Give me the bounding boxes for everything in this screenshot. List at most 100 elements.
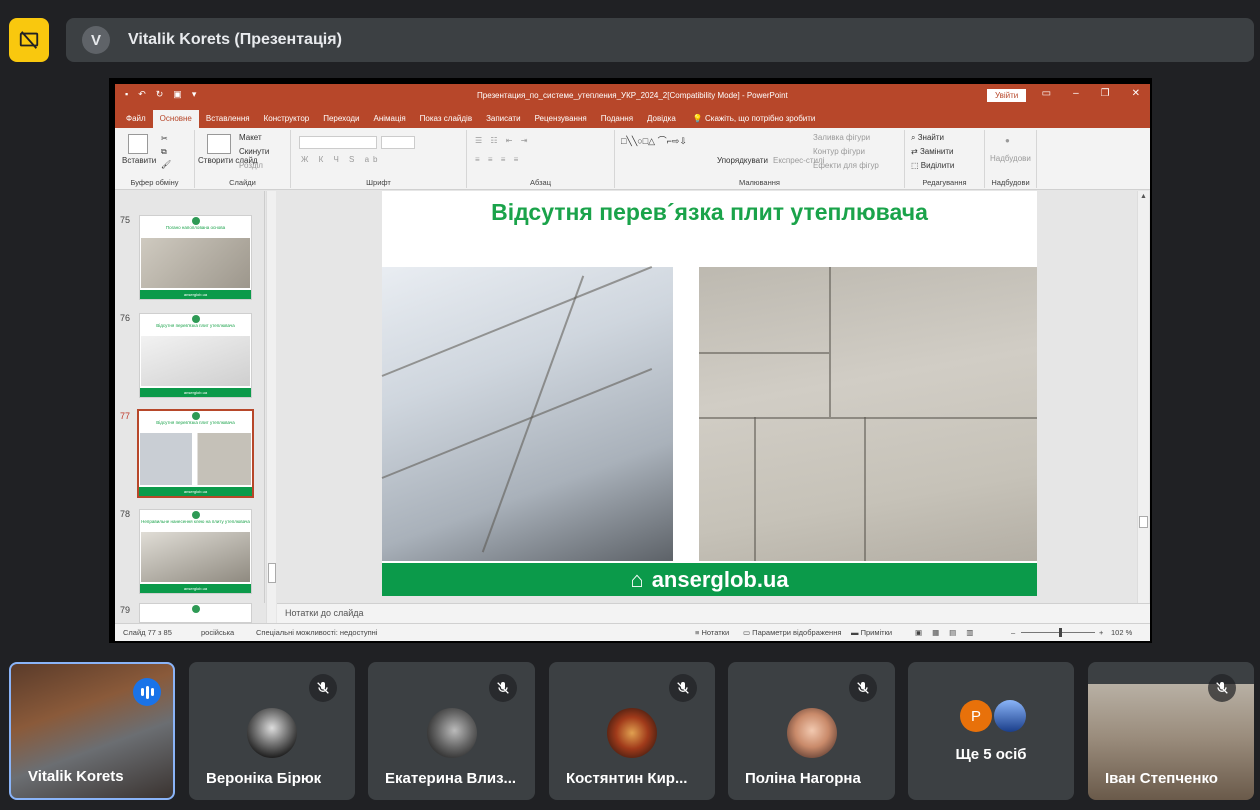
participant-tile[interactable]: Вероніка Бірюк xyxy=(189,662,355,800)
view-buttons[interactable]: ▣▦▤▥ xyxy=(915,628,983,637)
participant-avatar xyxy=(426,708,477,758)
more-participants-tile[interactable]: P Ще 5 осіб xyxy=(908,662,1074,800)
maximize-icon[interactable]: ❐ xyxy=(1101,88,1110,99)
slide-title: Відсутня перев´язка плит утеплювача xyxy=(491,199,928,225)
slide-thumbnail[interactable] xyxy=(139,603,252,623)
presentation-title-bar: V Vitalik Korets (Презентація) xyxy=(66,18,1254,62)
presenter-avatar: V xyxy=(82,26,110,54)
scrollbar-thumb[interactable] xyxy=(1139,516,1148,528)
scrollbar-thumb[interactable] xyxy=(268,563,276,583)
participant-tile-self[interactable]: Vitalik Korets xyxy=(9,662,175,800)
tab-review[interactable]: Рецензування xyxy=(528,110,594,128)
layout-button[interactable]: Макет xyxy=(239,133,262,142)
section-button[interactable]: Розділ xyxy=(239,161,263,170)
slide-thumbnail[interactable]: Неправильне нанесення клею на плиту утеп… xyxy=(139,509,252,594)
minimize-icon[interactable]: – xyxy=(1073,88,1079,99)
participant-tile[interactable]: Екатерина Влиз... xyxy=(368,662,535,800)
drawing-group: □╲╲○□△ ⌒⌐⇨⇩ Упорядкувати Експрес-стилі З… xyxy=(615,130,905,188)
shape-outline-button[interactable]: Контур фігури xyxy=(813,147,865,156)
close-icon[interactable]: ✕ xyxy=(1132,88,1140,99)
current-slide[interactable]: Відсутня перев´язка плит утеплювача ⌂ an… xyxy=(381,191,1037,596)
addins-icon[interactable]: ● xyxy=(1005,136,1010,145)
undo-icon[interactable]: ↶ xyxy=(138,89,146,100)
find-button[interactable]: ⌕ Знайти xyxy=(911,133,944,143)
tab-view[interactable]: Подання xyxy=(594,110,640,128)
zoom-in-icon[interactable]: + xyxy=(1099,628,1103,637)
tab-insert[interactable]: Вставлення xyxy=(199,110,257,128)
format-painter-icon[interactable]: 🖌 xyxy=(161,160,171,169)
font-name-dropdown[interactable] xyxy=(299,136,377,149)
paste-button[interactable]: Вставити xyxy=(122,156,156,165)
slide-scrollbar[interactable]: ▲ xyxy=(1137,191,1149,603)
tell-me-search[interactable]: 💡 Скажіть, що потрібно зробити xyxy=(683,110,823,128)
find-label: Знайти xyxy=(917,133,945,142)
save-icon[interactable]: ▪ xyxy=(125,89,128,100)
participant-tile[interactable]: Іван Степченко xyxy=(1088,662,1254,800)
paragraph-group: ☰ ☷ ⇤ ⇥ ≡ ≡ ≡ ≡ Абзац xyxy=(467,130,615,188)
stop-presenting-button[interactable] xyxy=(9,18,49,62)
customize-qat-icon[interactable]: ▾ xyxy=(192,89,197,100)
zoom-slider-thumb[interactable] xyxy=(1059,628,1062,637)
slide-canvas[interactable]: Відсутня перев´язка плит утеплювача ⌂ an… xyxy=(277,191,1137,603)
slide-thumbnail[interactable]: Погано напоплована основа anserglob.ua xyxy=(139,215,252,300)
slide-thumbnails-pane[interactable]: 75 Погано напоплована основа anserglob.u… xyxy=(115,191,265,623)
list-icons[interactable]: ☰ ☷ ⇤ ⇥ xyxy=(475,136,530,145)
more-participants-avatars: P xyxy=(960,700,1026,732)
zoom-level[interactable]: 102 % xyxy=(1111,628,1132,637)
slide-thumbnail-selected[interactable]: Відсутня перев'язка плит утеплювача anse… xyxy=(137,409,254,498)
notes-toggle[interactable]: ≡ Нотатки xyxy=(695,628,729,637)
font-format-icons[interactable]: Ж К Ч S ab xyxy=(301,155,382,164)
tab-record[interactable]: Записати xyxy=(479,110,528,128)
participant-avatar xyxy=(994,700,1026,732)
cut-icon[interactable]: ✂ xyxy=(161,134,168,143)
thumb-image xyxy=(141,238,250,288)
shape-effects-button[interactable]: Ефекти для фігур xyxy=(813,161,879,170)
arrange-button[interactable]: Упорядкувати xyxy=(717,156,768,165)
tab-help[interactable]: Довідка xyxy=(640,110,683,128)
addins-group: ● Надбудови Надбудови xyxy=(985,130,1037,188)
clipboard-group-label: Буфер обміну xyxy=(130,178,179,187)
thumb-image xyxy=(141,532,250,582)
display-settings-button[interactable]: ▭ Параметри відображення xyxy=(743,628,841,637)
shapes-gallery-icon[interactable]: □╲╲○□△ ⌒⌐⇨⇩ xyxy=(621,134,687,147)
align-icons[interactable]: ≡ ≡ ≡ ≡ xyxy=(475,155,521,164)
reset-button[interactable]: Скинути xyxy=(239,147,269,156)
document-title: Презентация_по_системе_утепления_УКР_202… xyxy=(477,91,788,100)
participant-avatar xyxy=(247,708,297,758)
thumb-image xyxy=(141,336,250,386)
slide-thumbnail[interactable]: Відсутня перев'язка плит утеплювача anse… xyxy=(139,313,252,398)
paste-icon[interactable] xyxy=(128,134,148,154)
copy-icon[interactable]: ⧉ xyxy=(161,147,167,157)
present-from-start-icon[interactable]: ▣ xyxy=(173,89,182,100)
tab-design[interactable]: Конструктор xyxy=(257,110,317,128)
zoom-slider[interactable] xyxy=(1021,632,1095,633)
notes-pane[interactable]: Нотатки до слайда xyxy=(277,603,1150,623)
font-size-dropdown[interactable] xyxy=(381,136,415,149)
scroll-up-icon[interactable]: ▲ xyxy=(1140,193,1147,200)
replace-button[interactable]: ⇄ Замінити xyxy=(911,147,954,156)
tab-slideshow[interactable]: Показ слайдів xyxy=(413,110,479,128)
tab-file[interactable]: Файл xyxy=(119,110,153,128)
language-indicator[interactable]: російська xyxy=(201,628,234,637)
zoom-out-icon[interactable]: – xyxy=(1011,628,1015,637)
comments-button[interactable]: ▬ Примітки xyxy=(851,628,892,637)
participant-tile[interactable]: Костянтин Кир... xyxy=(549,662,715,800)
tab-animations[interactable]: Анімація xyxy=(366,110,412,128)
tab-transitions[interactable]: Переходи xyxy=(316,110,366,128)
thumbnails-scrollbar[interactable] xyxy=(266,191,276,623)
editing-group: ⌕ Знайти ⇄ Замінити ⬚ Виділити Редагуван… xyxy=(905,130,985,188)
tab-home[interactable]: Основне xyxy=(152,110,199,128)
participant-tile[interactable]: Поліна Нагорна xyxy=(728,662,895,800)
new-slide-icon[interactable] xyxy=(207,134,231,154)
participant-name: Іван Степченко xyxy=(1105,770,1218,787)
ribbon-display-icon[interactable]: ▭ xyxy=(1042,88,1051,99)
mic-off-icon xyxy=(849,674,877,702)
shape-fill-button[interactable]: Заливка фігури xyxy=(813,133,870,142)
redo-icon[interactable]: ↻ xyxy=(156,89,164,100)
display-settings-label: Параметри відображення xyxy=(752,628,842,637)
addins-button[interactable]: Надбудови xyxy=(990,154,1031,163)
accessibility-status[interactable]: Спеціальні можливості: недоступні xyxy=(256,628,377,637)
participant-name: Vitalik Korets xyxy=(28,768,124,785)
select-button[interactable]: ⬚ Виділити xyxy=(911,161,954,170)
signin-button[interactable]: Увійти xyxy=(987,89,1027,102)
